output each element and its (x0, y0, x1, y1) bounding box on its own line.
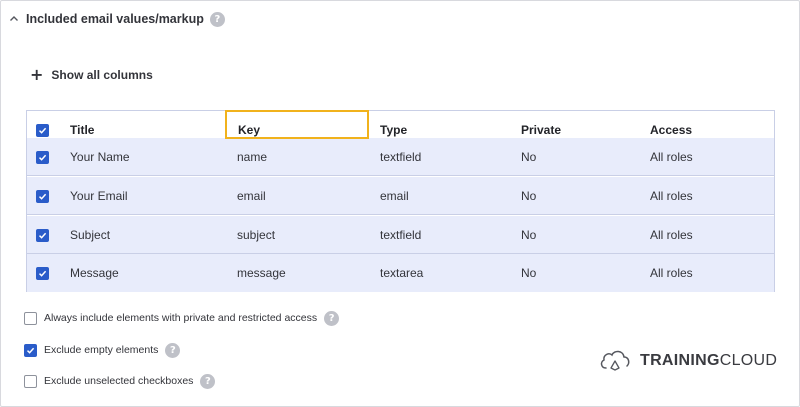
help-icon[interactable]: ? (209, 11, 225, 27)
key-column-highlight (225, 110, 369, 139)
cloud-icon (598, 346, 632, 377)
cell-title: Your Name (70, 150, 130, 164)
cell-type: textfield (380, 228, 422, 242)
option-include-private[interactable]: Always include elements with private and… (24, 309, 340, 327)
brand-light: CLOUD (719, 352, 778, 369)
show-all-columns-label: Show all columns (51, 68, 153, 82)
cell-key: name (237, 150, 268, 164)
cell-access: All roles (650, 266, 693, 280)
cell-type: textarea (380, 266, 424, 280)
checkbox-checked-icon (36, 150, 49, 164)
cell-private: No (521, 266, 537, 280)
help-icon[interactable]: ? (165, 342, 181, 358)
help-icon[interactable]: ? (200, 373, 216, 389)
show-all-columns-link[interactable]: + Show all columns (30, 66, 153, 84)
section-header[interactable]: Included email values/markup ? (8, 9, 225, 29)
help-icon[interactable]: ? (324, 310, 340, 326)
cell-access: All roles (650, 228, 693, 242)
checkbox-unchecked-icon[interactable] (24, 311, 37, 325)
cell-private: No (521, 228, 537, 242)
row-checkbox[interactable] (36, 254, 49, 292)
cell-access: All roles (650, 189, 693, 203)
cell-access: All roles (650, 150, 693, 164)
cell-title: Your Email (70, 189, 128, 203)
option-label: Exclude empty elements (44, 344, 159, 356)
section-title: Included email values/markup (26, 12, 204, 26)
elements-table: Title Key Type Private Access Your Name … (26, 110, 775, 292)
chevron-up-icon[interactable] (8, 13, 20, 25)
cell-title: Message (70, 266, 119, 280)
plus-icon: + (30, 65, 44, 84)
cell-title: Subject (70, 228, 111, 242)
option-label: Exclude unselected checkboxes (44, 375, 194, 387)
row-checkbox[interactable] (36, 138, 49, 176)
brand-bold: TRAINING (640, 352, 720, 369)
row-checkbox[interactable] (36, 177, 49, 215)
option-label: Always include elements with private and… (44, 312, 318, 324)
option-exclude-unselected[interactable]: Exclude unselected checkboxes ? (24, 372, 216, 390)
cell-private: No (521, 150, 537, 164)
brand-wordmark: TRAININGCLOUD (640, 352, 777, 370)
checkbox-checked-icon (36, 228, 49, 242)
checkbox-unchecked-icon[interactable] (24, 374, 37, 388)
table-row: Your Email email email No All roles (27, 177, 774, 215)
table-row: Message message textarea No All roles (27, 254, 774, 292)
table-row: Subject subject textfield No All roles (27, 216, 774, 254)
cell-key: email (237, 189, 266, 203)
checkbox-checked-icon (36, 189, 49, 203)
cell-key: message (237, 266, 286, 280)
option-exclude-empty[interactable]: Exclude empty elements ? (24, 341, 181, 359)
table-row: Your Name name textfield No All roles (27, 138, 774, 176)
row-checkbox[interactable] (36, 216, 49, 254)
checkbox-checked-icon (36, 123, 49, 137)
trainingcloud-logo: TRAININGCLOUD (598, 345, 777, 377)
cell-type: email (380, 189, 409, 203)
checkbox-checked-icon[interactable] (24, 343, 37, 357)
cell-type: textfield (380, 150, 422, 164)
checkbox-checked-icon (36, 266, 49, 280)
cell-key: subject (237, 228, 276, 242)
cell-private: No (521, 189, 537, 203)
